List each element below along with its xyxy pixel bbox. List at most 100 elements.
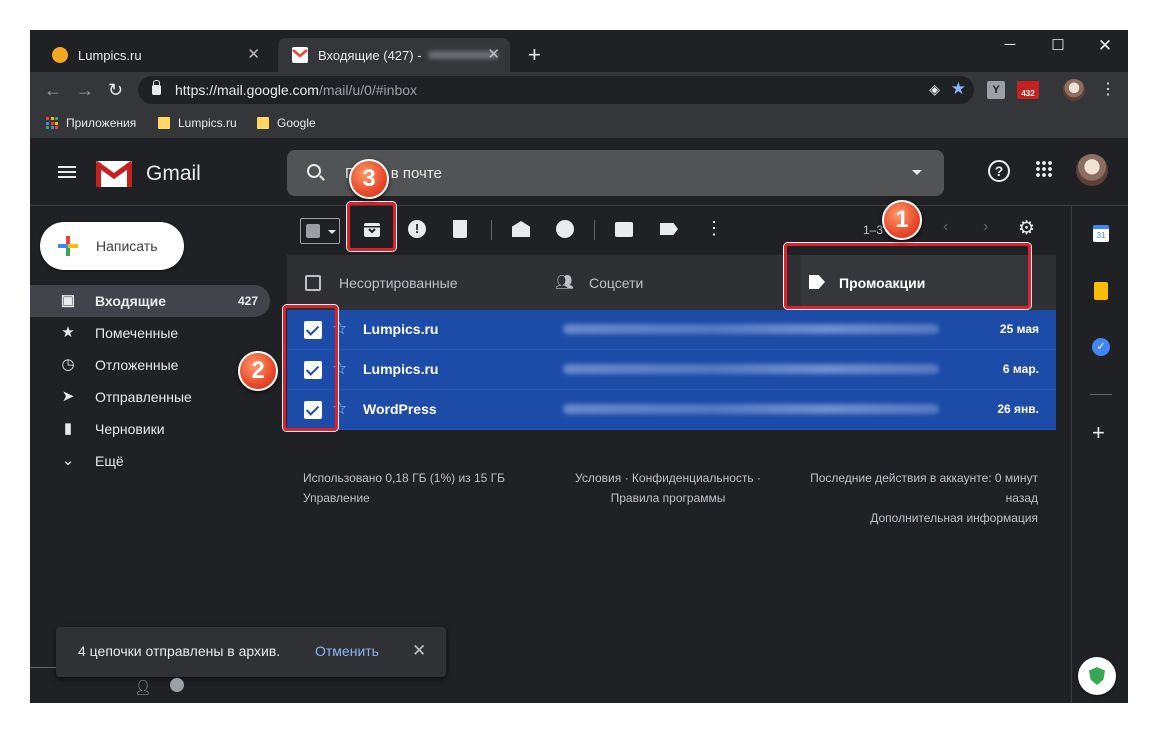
inbox-icon: [305, 275, 321, 291]
star-icon: ★: [61, 324, 75, 341]
email-sender: Lumpics.ru: [363, 321, 439, 337]
compose-button[interactable]: Написать: [40, 222, 184, 270]
blurred-snippet: [563, 364, 939, 374]
tab-strip: Lumpics.ru ✕ Входящие (427) - ✕ + ─ ☐ ✕: [30, 30, 1128, 72]
menu-kebab-icon[interactable]: ⋮: [1100, 79, 1116, 99]
mark-read-icon[interactable]: [512, 221, 530, 237]
sidebar-item-starred[interactable]: ★ Помеченные: [30, 317, 270, 349]
help-icon[interactable]: ?: [988, 160, 1010, 182]
draft-icon: ▮: [63, 420, 73, 437]
side-panel: 31 ✓ +: [1071, 206, 1128, 703]
more-actions-icon[interactable]: ⋮: [705, 218, 723, 239]
sidebar-item-inbox[interactable]: ▣ Входящие 427: [30, 285, 270, 317]
undo-button[interactable]: Отменить: [315, 643, 379, 659]
unread-count: 427: [237, 294, 258, 308]
select-all-dropdown[interactable]: [300, 218, 340, 244]
bookmark-lumpics[interactable]: Lumpics.ru: [158, 116, 237, 130]
tab-title: Lumpics.ru: [78, 47, 142, 63]
divider: [1090, 394, 1112, 395]
terms-link[interactable]: Условия · Конфиденциальность ·: [563, 468, 773, 488]
activity-text: назад: [1005, 491, 1038, 505]
url-path: /mail/u/0/#inbox: [318, 82, 418, 98]
back-icon[interactable]: ←: [44, 80, 62, 100]
report-spam-icon[interactable]: !: [408, 220, 426, 238]
tab-social[interactable]: 👥︎ Соцсети: [545, 255, 801, 311]
bookmark-star-icon[interactable]: ★: [951, 79, 966, 99]
contacts-icon[interactable]: 👤︎: [134, 679, 152, 696]
tab-title: Входящие (427) -: [318, 47, 422, 63]
close-icon[interactable]: ✕: [487, 47, 500, 63]
address-bar[interactable]: https://mail.google.com/mail/u/0/#inbox …: [138, 76, 974, 104]
hangouts-icon[interactable]: [170, 678, 184, 692]
settings-gear-icon[interactable]: ⚙: [1018, 217, 1035, 240]
keep-icon[interactable]: [1094, 282, 1108, 300]
move-to-icon[interactable]: [615, 222, 633, 237]
table-row[interactable]: ☆ WordPress 26 янв.: [287, 390, 1056, 430]
delete-icon[interactable]: [453, 220, 467, 238]
table-row[interactable]: ☆ Lumpics.ru 6 мар.: [287, 350, 1056, 390]
send-icon: ➤: [61, 388, 75, 405]
mail-extension-icon[interactable]: 432: [1017, 81, 1039, 99]
tasks-icon[interactable]: ✓: [1092, 338, 1110, 356]
search-options-icon[interactable]: [912, 170, 922, 175]
storage-text: Использовано 0,18 ГБ (1%) из 15 ГБ: [303, 471, 506, 485]
tab-primary[interactable]: Несортированные: [287, 255, 545, 311]
tab-lumpics[interactable]: Lumpics.ru ✕: [38, 38, 270, 72]
add-addon-icon[interactable]: +: [1092, 420, 1105, 446]
yandex-extension-icon[interactable]: Y: [987, 81, 1005, 99]
label-icon[interactable]: [660, 223, 678, 235]
minimize-icon[interactable]: ─: [995, 36, 1025, 53]
snackbar: 4 цепочки отправлены в архив. Отменить ✕: [56, 627, 446, 677]
sidebar-item-label: Помеченные: [95, 325, 179, 341]
maximize-icon[interactable]: ☐: [1043, 36, 1073, 54]
main-menu-icon[interactable]: [58, 166, 76, 178]
bookmark-label: Приложения: [66, 116, 137, 130]
next-page-icon[interactable]: ›: [983, 218, 988, 236]
divider: [491, 220, 492, 240]
apps-icon[interactable]: [1035, 160, 1053, 178]
sidebar-item-label: Отложенные: [95, 357, 179, 373]
divider: [30, 667, 56, 668]
step-badge-1: 1: [882, 200, 922, 240]
bookmark-google[interactable]: Google: [257, 116, 316, 130]
manage-link[interactable]: Управление: [303, 488, 505, 508]
gmail-favicon-icon: [292, 47, 308, 63]
policies-link[interactable]: Правила программы: [563, 488, 773, 508]
shield-icon[interactable]: [1078, 657, 1116, 695]
email-date: 6 мар.: [1002, 362, 1039, 376]
new-tab-button[interactable]: +: [528, 43, 541, 67]
sidebar-item-label: Ещё: [95, 453, 124, 469]
reload-icon[interactable]: ↻: [108, 80, 123, 100]
sidebar-item-more[interactable]: ⌄ Ещё: [30, 445, 270, 477]
activity-info: Последние действия в аккаунте: 0 минут н…: [778, 468, 1038, 528]
close-window-icon[interactable]: ✕: [1090, 36, 1120, 56]
inbox-icon: ▣: [60, 292, 76, 309]
forward-icon[interactable]: →: [76, 80, 94, 100]
profile-avatar[interactable]: [1063, 79, 1085, 101]
email-date: 26 янв.: [997, 402, 1039, 416]
details-link[interactable]: Дополнительная информация: [778, 508, 1038, 528]
table-row[interactable]: ☆ Lumpics.ru 25 мая: [287, 310, 1056, 350]
step-badge-2: 2: [238, 351, 278, 391]
prev-page-icon[interactable]: ‹: [943, 218, 948, 236]
highlight-promotions: [784, 243, 1031, 309]
url-host: https://mail.google.com: [175, 82, 319, 98]
people-icon: 👥︎: [555, 274, 575, 291]
calendar-icon[interactable]: 31: [1093, 225, 1109, 242]
sidebar-item-snoozed[interactable]: ◷ Отложенные: [30, 349, 270, 381]
extension-eye-icon[interactable]: ◈: [929, 81, 940, 98]
close-icon[interactable]: ✕: [247, 47, 260, 63]
plus-icon: [58, 236, 78, 256]
snooze-icon[interactable]: [556, 220, 574, 238]
close-icon[interactable]: ✕: [412, 641, 426, 661]
divider: [594, 220, 595, 240]
sidebar-item-label: Черновики: [95, 421, 165, 437]
email-date: 25 мая: [999, 322, 1039, 336]
account-avatar[interactable]: [1076, 154, 1108, 186]
sidebar-item-drafts[interactable]: ▮ Черновики: [30, 413, 270, 445]
select-all-checkbox[interactable]: [306, 224, 320, 238]
sidebar-item-sent[interactable]: ➤ Отправленные: [30, 381, 270, 413]
bookmark-label: Lumpics.ru: [178, 116, 237, 130]
tab-gmail[interactable]: Входящие (427) - ✕: [278, 38, 510, 72]
bookmark-apps[interactable]: Приложения: [46, 116, 136, 130]
